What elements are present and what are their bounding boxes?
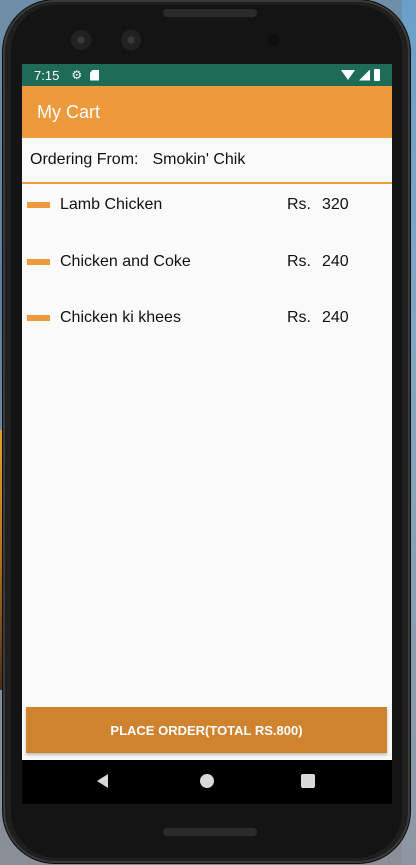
restaurant-name: Smokin' Chik [152,151,246,168]
bullet-marker-icon [27,202,50,208]
item-name: Chicken and Coke [60,253,191,270]
item-currency: Rs. [287,196,311,213]
item-currency: Rs. [287,309,311,326]
gear-icon: ⚙ [71,68,83,82]
earpiece-speaker [163,9,257,17]
page-title: My Cart [37,101,100,122]
signal-icon [359,69,370,81]
app-bar: My Cart [22,86,392,138]
item-price: 240 [322,309,349,326]
sdcard-icon [90,69,100,81]
proximity-sensor [267,34,279,46]
cart-item[interactable]: Chicken and Coke Rs. 240 [22,247,392,277]
item-price: 240 [322,253,349,270]
status-bar: 7:15 ⚙ [22,64,392,86]
place-order-button[interactable]: PLACE ORDER(TOTAL RS.800) [26,707,387,753]
ordering-from-label: Ordering From: [30,151,139,168]
cart-item[interactable]: Chicken ki khees Rs. 240 [22,303,392,333]
home-icon[interactable] [200,774,214,788]
item-name: Chicken ki khees [60,309,181,326]
front-camera-icon [121,30,141,50]
app-screen: 7:15 ⚙ My Cart Ordering From: Smokin' Ch… [22,64,392,760]
bullet-marker-icon [27,315,50,321]
bottom-speaker [163,828,257,836]
wifi-icon [341,70,355,80]
navigation-bar [22,760,392,804]
status-time: 7:15 [34,67,60,83]
item-currency: Rs. [287,253,311,270]
battery-icon [374,69,380,81]
front-camera-icon [71,30,91,50]
back-icon[interactable] [97,774,108,788]
ordering-from-row: Ordering From: Smokin' Chik [22,138,392,184]
status-indicators [341,69,380,81]
cart-item[interactable]: Lamb Chicken Rs. 320 [22,190,392,220]
item-name: Lamb Chicken [60,196,163,213]
item-price: 320 [322,196,349,213]
bullet-marker-icon [27,259,50,265]
recents-icon[interactable] [301,774,315,788]
